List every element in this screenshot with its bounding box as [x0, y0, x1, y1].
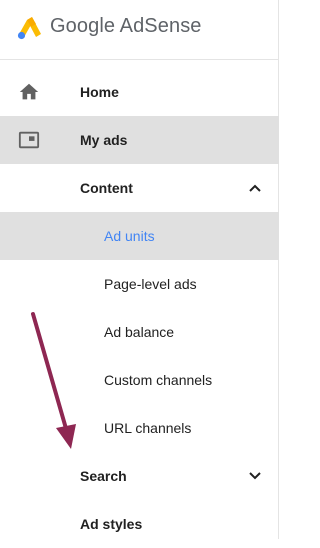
- nav-label-home: Home: [80, 84, 119, 100]
- sidebar-header: Google AdSense: [0, 0, 279, 60]
- brand-name: Google AdSense: [50, 15, 202, 37]
- adsense-logo-icon: [17, 17, 41, 40]
- nav-item-home[interactable]: Home: [0, 68, 279, 116]
- chevron-up-icon: [249, 184, 261, 192]
- nav-item-ad-styles[interactable]: Ad styles: [0, 500, 279, 548]
- home-icon: [19, 83, 39, 100]
- nav-item-my-ads[interactable]: My ads: [0, 116, 279, 164]
- nav-label-ad-styles: Ad styles: [80, 516, 143, 532]
- ads-display-icon: [18, 131, 40, 149]
- nav-item-ad-balance[interactable]: Ad balance: [0, 308, 279, 356]
- nav-item-url-channels[interactable]: URL channels: [0, 404, 279, 452]
- nav-label-page-level-ads: Page-level ads: [104, 276, 197, 292]
- nav-item-search[interactable]: Search: [0, 452, 279, 500]
- adsense-sidebar: Google AdSense Home My ads Content Ad un…: [0, 0, 279, 539]
- nav-label-ad-balance: Ad balance: [104, 324, 175, 340]
- chevron-down-icon: [249, 472, 261, 480]
- nav-label-ad-units: Ad units: [104, 228, 155, 244]
- nav-label-search: Search: [80, 468, 127, 484]
- nav-item-ad-units[interactable]: Ad units: [0, 212, 279, 260]
- nav-label-url-channels: URL channels: [104, 420, 192, 436]
- nav-item-custom-channels[interactable]: Custom channels: [0, 356, 279, 404]
- nav-item-content[interactable]: Content: [0, 164, 279, 212]
- nav-item-page-level-ads[interactable]: Page-level ads: [0, 260, 279, 308]
- nav-label-content: Content: [80, 180, 133, 196]
- nav-label-my-ads: My ads: [80, 132, 128, 148]
- nav-label-custom-channels: Custom channels: [104, 372, 213, 388]
